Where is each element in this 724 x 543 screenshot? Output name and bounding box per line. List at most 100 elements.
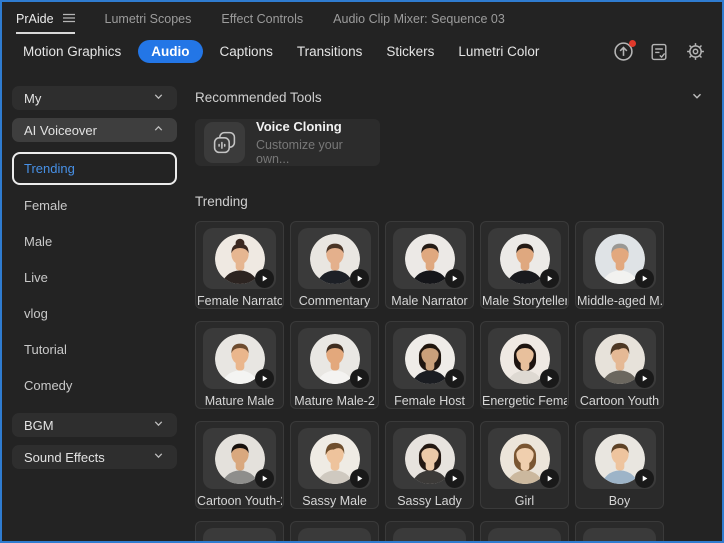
play-icon[interactable] — [350, 269, 369, 288]
voice-label: Energetic Female — [482, 394, 567, 408]
play-icon[interactable] — [635, 469, 654, 488]
sidebar-group-my[interactable]: My — [12, 86, 177, 110]
panel-tab-label: Effect Controls — [221, 11, 304, 26]
play-icon[interactable] — [255, 369, 274, 388]
voice-card-male-narrator[interactable]: Male Narrator — [385, 221, 474, 309]
panel-tab-lumetri-scopes[interactable]: Lumetri Scopes — [105, 2, 192, 34]
voice-thumbnail — [298, 228, 371, 289]
voice-label: Cartoon Youth — [579, 394, 660, 408]
voice-card-mature-male[interactable]: Mature Male — [195, 321, 284, 409]
voice-card-cartoon-youth[interactable]: Cartoon Youth — [575, 321, 664, 409]
panel-tab-label: Audio Clip Mixer: Sequence 03 — [333, 11, 505, 26]
voice-thumbnail — [488, 228, 561, 289]
sidebar-item-live[interactable]: Live — [12, 259, 177, 295]
recommended-tools-header: Recommended Tools — [195, 89, 704, 106]
panel-tab-label: Lumetri Scopes — [104, 11, 192, 26]
category-tab-captions[interactable]: Captions — [220, 44, 273, 59]
sidebar-group-bgm[interactable]: BGM — [12, 413, 177, 437]
voice-card-sassy-lady[interactable]: Sassy Lady — [385, 421, 474, 509]
sidebar-group-label: Sound Effects — [24, 449, 105, 465]
sidebar-group-sound-effects[interactable]: Sound Effects — [12, 445, 177, 469]
panel-tab-effect-controls[interactable]: Effect Controls — [221, 2, 303, 34]
voice-thumbnail — [583, 528, 656, 541]
panel-tab-audio-clip-mixer-sequence-03[interactable]: Audio Clip Mixer: Sequence 03 — [333, 2, 505, 34]
play-icon[interactable] — [255, 269, 274, 288]
panel-menu-icon[interactable] — [62, 12, 75, 26]
voice-card-partial[interactable] — [385, 521, 474, 541]
content-area: Recommended Tools Voice Cloning Customiz… — [187, 69, 722, 541]
voice-thumbnail — [298, 428, 371, 489]
voice-thumbnail — [583, 228, 656, 289]
voice-card-partial[interactable] — [290, 521, 379, 541]
sidebar: My AI Voiceover Trending Female Male Live vlog… — [2, 69, 187, 541]
category-tab-lumetri-color[interactable]: Lumetri Color — [458, 44, 539, 59]
play-icon[interactable] — [445, 369, 464, 388]
voice-card-commentary[interactable]: Commentary — [290, 221, 379, 309]
voice-label: Middle-aged M... — [577, 294, 662, 308]
voice-card-boy[interactable]: Boy — [575, 421, 664, 509]
voice-thumbnail — [203, 528, 276, 541]
trending-header: Trending — [195, 194, 704, 209]
category-tab-audio[interactable]: Audio — [138, 40, 203, 63]
play-icon[interactable] — [255, 469, 274, 488]
voice-card-energetic-female[interactable]: Energetic Female — [480, 321, 569, 409]
trending-title: Trending — [195, 194, 248, 209]
voice-label: Cartoon Youth-2 — [197, 494, 282, 508]
voice-card-female-narrator[interactable]: Female Narrator — [195, 221, 284, 309]
panel-tab-praide[interactable]: PrAide — [16, 2, 75, 34]
voice-label: Sassy Male — [302, 494, 367, 508]
tasks-icon[interactable] — [648, 41, 670, 63]
voice-card-cartoon-youth-2[interactable]: Cartoon Youth-2 — [195, 421, 284, 509]
sidebar-group-label: AI Voiceover — [24, 122, 97, 138]
category-tabs: Motion Graphics Audio Captions Transitions S… — [23, 40, 539, 63]
voice-label: Male Narrator — [391, 294, 468, 308]
voice-card-partial[interactable] — [480, 521, 569, 541]
play-icon[interactable] — [350, 469, 369, 488]
play-icon[interactable] — [540, 369, 559, 388]
praide-panel-window: PrAide Lumetri Scopes Effect Controls Audio… — [0, 0, 724, 543]
panel-tabstrip: PrAide Lumetri Scopes Effect Controls Audio… — [2, 2, 722, 34]
settings-icon[interactable] — [684, 41, 706, 63]
sidebar-item-male[interactable]: Male — [12, 223, 177, 259]
voice-thumbnail — [583, 428, 656, 489]
collapse-section-chevron-icon[interactable] — [690, 89, 704, 106]
voice-card-partial[interactable] — [575, 521, 664, 541]
voice-card-middle-aged-m-[interactable]: Middle-aged M... — [575, 221, 664, 309]
voice-cloning-title: Voice Cloning — [256, 119, 342, 134]
voice-thumbnail — [583, 328, 656, 389]
sidebar-item-trending[interactable]: Trending — [12, 152, 177, 185]
play-icon[interactable] — [540, 269, 559, 288]
chevron-down-icon — [152, 417, 165, 433]
play-icon[interactable] — [445, 269, 464, 288]
voice-grid: Female Narrator Commentary Male Narrator Ma… — [195, 221, 704, 541]
chevron-down-icon — [152, 449, 165, 465]
voice-card-male-storyteller[interactable]: Male Storyteller — [480, 221, 569, 309]
voice-label: Sassy Lady — [397, 494, 462, 508]
sidebar-group-ai-voiceover[interactable]: AI Voiceover — [12, 118, 177, 142]
sidebar-item-vlog[interactable]: vlog — [12, 295, 177, 331]
category-tab-transitions[interactable]: Transitions — [297, 44, 363, 59]
sidebar-group-label: My — [24, 90, 42, 106]
category-tab-motion-graphics[interactable]: Motion Graphics — [23, 44, 121, 59]
play-icon[interactable] — [540, 469, 559, 488]
upload-icon[interactable] — [612, 39, 636, 63]
voice-card-sassy-male[interactable]: Sassy Male — [290, 421, 379, 509]
voice-thumbnail — [488, 528, 561, 541]
sidebar-item-comedy[interactable]: Comedy — [12, 367, 177, 403]
voice-card-girl[interactable]: Girl — [480, 421, 569, 509]
sidebar-item-tutorial[interactable]: Tutorial — [12, 331, 177, 367]
voice-card-partial[interactable] — [195, 521, 284, 541]
voice-card-mature-male-2[interactable]: Mature Male-2 — [290, 321, 379, 409]
play-icon[interactable] — [445, 469, 464, 488]
category-tab-stickers[interactable]: Stickers — [386, 44, 434, 59]
voice-card-female-host[interactable]: Female Host — [385, 321, 474, 409]
play-icon[interactable] — [635, 269, 654, 288]
voice-cloning-card[interactable]: Voice Cloning Customize your own... — [195, 119, 380, 166]
voice-thumbnail — [203, 428, 276, 489]
voice-thumbnail — [393, 328, 466, 389]
notification-dot — [629, 39, 636, 47]
play-icon[interactable] — [350, 369, 369, 388]
voice-thumbnail — [298, 328, 371, 389]
sidebar-item-female[interactable]: Female — [12, 187, 177, 223]
play-icon[interactable] — [635, 369, 654, 388]
